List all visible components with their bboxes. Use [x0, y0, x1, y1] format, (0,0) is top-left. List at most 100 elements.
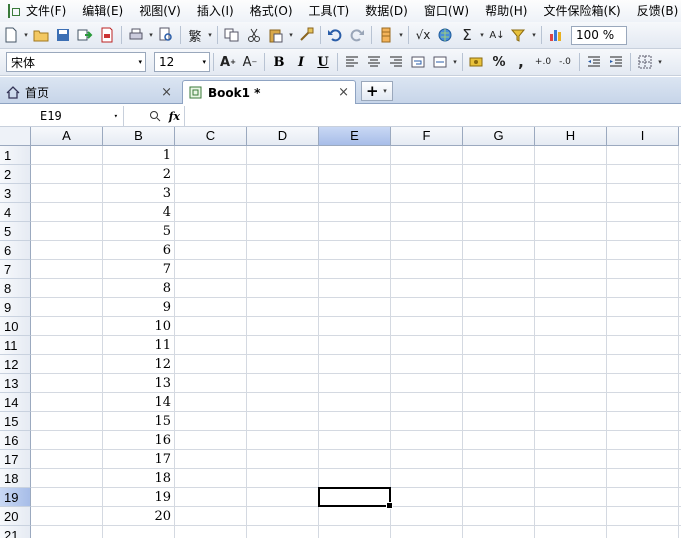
copy-icon[interactable] — [221, 25, 243, 45]
row-header-7[interactable]: 7 — [0, 260, 31, 279]
cell-b12[interactable]: 12 — [103, 355, 175, 374]
row-header-8[interactable]: 8 — [0, 279, 31, 298]
increase-font-icon[interactable]: A + — [217, 52, 239, 72]
row-column-dropdown-icon[interactable]: ▾ — [397, 31, 405, 39]
merge-center-icon[interactable] — [429, 52, 451, 72]
row-header-6[interactable]: 6 — [0, 241, 31, 260]
chart-icon[interactable] — [545, 25, 567, 45]
font-name-select[interactable]: 宋体 ▾ — [6, 52, 146, 72]
borders-icon[interactable] — [634, 52, 656, 72]
row-header-2[interactable]: 2 — [0, 165, 31, 184]
row-header-20[interactable]: 20 — [0, 507, 31, 526]
menu-edit[interactable]: 编辑(E) — [74, 0, 131, 22]
zoom-field[interactable]: 100 % — [571, 25, 627, 45]
name-box[interactable]: E19 ▾ — [0, 106, 124, 126]
new-document-icon[interactable] — [0, 25, 22, 45]
export-icon[interactable] — [74, 25, 96, 45]
row-header-18[interactable]: 18 — [0, 469, 31, 488]
autofilter-icon[interactable] — [508, 25, 530, 45]
font-size-select[interactable]: 12 ▾ — [154, 52, 210, 72]
print-preview-icon[interactable] — [155, 25, 177, 45]
cell-b7[interactable]: 7 — [103, 260, 175, 279]
column-header-c[interactable]: C — [175, 127, 247, 146]
menu-tools[interactable]: 工具(T) — [301, 0, 358, 22]
italic-button[interactable]: I — [290, 52, 312, 72]
cell-b9[interactable]: 9 — [103, 298, 175, 317]
row-header-5[interactable]: 5 — [0, 222, 31, 241]
menu-window[interactable]: 窗口(W) — [416, 0, 477, 22]
wrap-text-icon[interactable] — [407, 52, 429, 72]
percent-button[interactable]: % — [488, 52, 510, 72]
thousands-separator-button[interactable]: , — [510, 52, 532, 72]
column-header-i[interactable]: I — [607, 127, 679, 146]
redo-icon[interactable] — [346, 25, 368, 45]
formula-input[interactable] — [184, 106, 681, 126]
cell-b3[interactable]: 3 — [103, 184, 175, 203]
tab-home[interactable]: 首页 × — [0, 80, 178, 104]
cell-b11[interactable]: 11 — [103, 336, 175, 355]
cell-b2[interactable]: 2 — [103, 165, 175, 184]
cell-b17[interactable]: 17 — [103, 450, 175, 469]
row-header-16[interactable]: 16 — [0, 431, 31, 450]
row-header-4[interactable]: 4 — [0, 203, 31, 222]
print-icon[interactable] — [125, 25, 147, 45]
undo-icon[interactable] — [324, 25, 346, 45]
filter-dropdown-icon[interactable]: ▾ — [530, 31, 538, 39]
decrease-indent-icon[interactable] — [583, 52, 605, 72]
insert-function-button[interactable]: fx — [169, 110, 180, 123]
merge-dropdown-icon[interactable]: ▾ — [451, 58, 459, 66]
traditional-dropdown-icon[interactable]: ▾ — [206, 31, 214, 39]
borders-dropdown-icon[interactable]: ▾ — [656, 58, 664, 66]
cell-b4[interactable]: 4 — [103, 203, 175, 222]
row-header-10[interactable]: 10 — [0, 317, 31, 336]
cell-b14[interactable]: 14 — [103, 393, 175, 412]
row-header-14[interactable]: 14 — [0, 393, 31, 412]
align-left-icon[interactable] — [341, 52, 363, 72]
decrease-font-icon[interactable]: A − — [239, 52, 261, 72]
column-header-a[interactable]: A — [31, 127, 103, 146]
row-header-1[interactable]: 1 — [0, 146, 31, 165]
column-header-b[interactable]: B — [103, 127, 175, 146]
align-right-icon[interactable] — [385, 52, 407, 72]
cell-b13[interactable]: 13 — [103, 374, 175, 393]
cut-icon[interactable] — [243, 25, 265, 45]
menu-file-vault[interactable]: 文件保险箱(K) — [535, 0, 628, 22]
menu-data[interactable]: 数据(D) — [357, 0, 416, 22]
close-icon[interactable]: × — [161, 85, 172, 100]
cell-b20[interactable]: 20 — [103, 507, 175, 526]
tab-book1[interactable]: Book1 * × — [182, 80, 356, 104]
row-header-17[interactable]: 17 — [0, 450, 31, 469]
cell-b10[interactable]: 10 — [103, 317, 175, 336]
traditional-chinese-button[interactable]: 繁 — [184, 25, 206, 45]
cell-b8[interactable]: 8 — [103, 279, 175, 298]
increase-decimal-icon[interactable]: +.0 — [532, 52, 554, 72]
menu-format[interactable]: 格式(O) — [242, 0, 301, 22]
align-center-icon[interactable] — [363, 52, 385, 72]
save-icon[interactable] — [52, 25, 74, 45]
zoom-formula-icon[interactable] — [149, 110, 161, 122]
increase-indent-icon[interactable] — [605, 52, 627, 72]
autosum-button[interactable]: Σ — [456, 25, 478, 45]
underline-button[interactable]: U — [312, 52, 334, 72]
row-header-13[interactable]: 13 — [0, 374, 31, 393]
hyperlink-globe-icon[interactable] — [434, 25, 456, 45]
row-header-12[interactable]: 12 — [0, 355, 31, 374]
paste-icon[interactable] — [265, 25, 287, 45]
cell-b18[interactable]: 18 — [103, 469, 175, 488]
menu-help[interactable]: 帮助(H) — [477, 0, 535, 22]
cell-b6[interactable]: 6 — [103, 241, 175, 260]
menu-file[interactable]: 文件(F) — [18, 0, 74, 22]
new-tab-button[interactable]: + ▾ — [361, 81, 393, 101]
cell-b15[interactable]: 15 — [103, 412, 175, 431]
decrease-decimal-icon[interactable]: -.0 — [554, 52, 576, 72]
insert-formula-icon[interactable]: √x — [412, 25, 434, 45]
open-folder-icon[interactable] — [30, 25, 52, 45]
row-column-icon[interactable] — [375, 25, 397, 45]
row-header-15[interactable]: 15 — [0, 412, 31, 431]
row-header-21[interactable]: 21 — [0, 526, 31, 538]
print-dropdown-icon[interactable]: ▾ — [147, 31, 155, 39]
column-header-h[interactable]: H — [535, 127, 607, 146]
select-all-corner[interactable] — [0, 127, 31, 146]
cell-b19[interactable]: 19 — [103, 488, 175, 507]
menu-view[interactable]: 视图(V) — [131, 0, 189, 22]
